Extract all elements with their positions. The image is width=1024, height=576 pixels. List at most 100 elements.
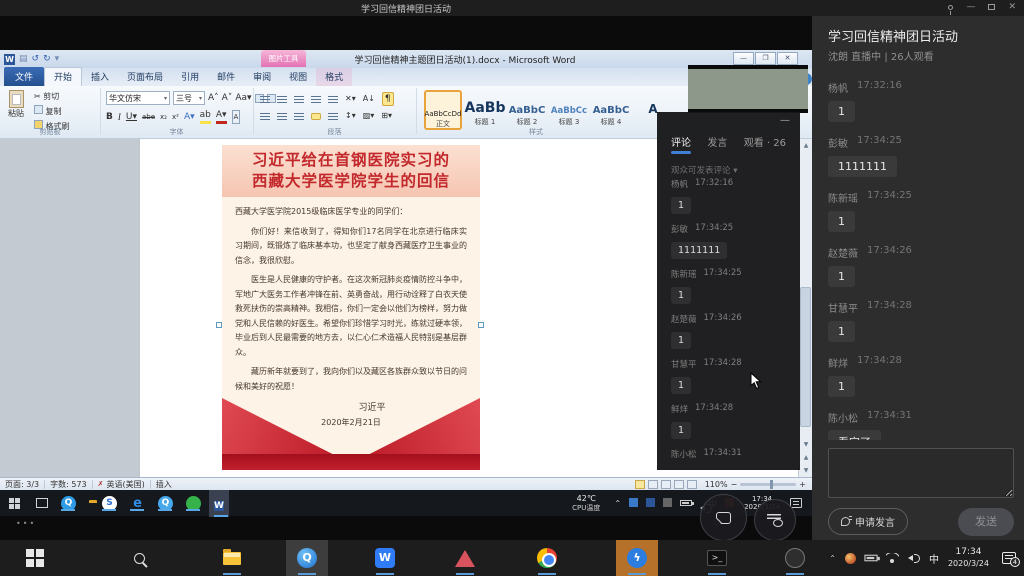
tab-format[interactable]: 格式 — [316, 68, 352, 86]
tab-references[interactable]: 引用 — [172, 68, 208, 86]
align-center-icon[interactable] — [277, 113, 287, 120]
highlight-color-button[interactable]: ab — [200, 109, 211, 124]
overlay-notice[interactable]: 观众可发表评论 ▾ — [671, 164, 737, 176]
restore-button[interactable] — [988, 4, 995, 10]
view-mode-button[interactable] — [754, 499, 796, 541]
zoom-out-icon[interactable]: − — [731, 480, 738, 489]
volume-icon[interactable] — [908, 553, 920, 563]
chat-input[interactable] — [828, 448, 1014, 498]
start-button[interactable] — [9, 498, 20, 509]
tray-app-icon-3[interactable] — [663, 498, 672, 507]
character-border-button[interactable]: A — [232, 110, 241, 124]
grow-font-icon[interactable]: A˄ — [208, 92, 219, 104]
style-heading3[interactable]: AaBbCc 标题 3 — [550, 90, 588, 130]
overlay-minimize-icon[interactable]: — — [780, 115, 790, 126]
clock[interactable]: 17:34 2020/3/24 — [948, 547, 989, 568]
font-size-select[interactable]: 三号▾ — [173, 91, 205, 105]
superscript-button[interactable]: x² — [172, 111, 179, 123]
multilevel-list-icon[interactable] — [294, 96, 304, 103]
taskbar-chrome[interactable] — [526, 540, 568, 576]
taskbar-dark-circle-app[interactable] — [774, 540, 816, 576]
chat-message-list[interactable]: 杨帆17:32:16 1 彭敏17:34:25 1111111 陈新瑶17:34… — [828, 80, 1012, 440]
line-spacing-icon[interactable]: ↕▾ — [345, 110, 356, 122]
copy-button[interactable]: 复制 — [34, 105, 70, 117]
taskbar-app-green[interactable] — [186, 496, 201, 511]
outline-view-icon[interactable] — [674, 480, 684, 489]
cpu-temp-widget[interactable]: 42℃ CPU温度 — [572, 494, 600, 511]
taskbar-explorer[interactable] — [211, 540, 253, 576]
overlay-tab-speak[interactable]: 发言 — [707, 134, 727, 154]
next-page-icon[interactable]: ▼ — [799, 464, 813, 477]
word-close-button[interactable]: ✕ — [777, 52, 798, 65]
spellcheck-icon[interactable]: ✗ — [98, 480, 104, 488]
zoom-level[interactable]: 110% — [705, 480, 728, 489]
asian-layout-icon[interactable]: ✕▾ — [345, 93, 356, 105]
screen-tool-button[interactable] — [700, 494, 747, 541]
page-indicator[interactable]: 页面: 3/3 — [5, 479, 39, 490]
tab-insert[interactable]: 插入 — [82, 68, 118, 86]
align-right-icon[interactable] — [294, 113, 304, 120]
print-layout-view-icon[interactable] — [635, 480, 645, 489]
justify-icon[interactable] — [311, 113, 321, 120]
letter-image[interactable]: 习近平给在首钢医院实习的 西藏大学医学院学生的回信 西藏大学医学院2015级临床… — [222, 145, 480, 470]
taskbar-lightning-app-active[interactable]: ϟ — [616, 540, 658, 576]
web-layout-view-icon[interactable] — [661, 480, 671, 489]
tray-chevron-icon[interactable]: ⌃ — [829, 554, 836, 563]
borders-icon[interactable]: ⊞▾ — [381, 110, 392, 122]
distribute-icon[interactable] — [328, 113, 338, 120]
tab-page-layout[interactable]: 页面布局 — [118, 68, 172, 86]
strikethrough-button[interactable]: abe — [142, 111, 155, 123]
shrink-font-icon[interactable]: A˅ — [222, 92, 233, 104]
font-name-select[interactable]: 华文仿宋▾ — [106, 91, 170, 105]
save-icon[interactable]: ▤ — [19, 54, 28, 64]
start-button[interactable] — [14, 540, 56, 576]
scroll-down-icon[interactable]: ▼ — [799, 438, 813, 451]
overlay-tab-comments[interactable]: 评论 — [671, 134, 691, 154]
numbering-icon[interactable] — [277, 96, 287, 103]
draft-view-icon[interactable] — [687, 480, 697, 489]
pin-icon[interactable] — [948, 5, 953, 10]
minimize-button[interactable]: — — [966, 2, 975, 12]
style-heading2[interactable]: AaBbC 标题 2 — [508, 90, 546, 130]
taskbar-meeting-app-active[interactable]: Q — [286, 540, 328, 576]
image-handle-left[interactable] — [216, 322, 222, 328]
task-view-button[interactable] — [36, 498, 48, 508]
search-button[interactable] — [118, 540, 160, 576]
change-case-icon[interactable]: Aa▾ — [235, 92, 251, 104]
increase-indent-icon[interactable] — [328, 96, 338, 103]
tab-review[interactable]: 审阅 — [244, 68, 280, 86]
taskbar-app-qq[interactable]: Q — [158, 496, 173, 511]
decrease-indent-icon[interactable] — [311, 96, 321, 103]
redo-icon[interactable]: ↻ — [43, 54, 51, 64]
subscript-button[interactable]: x₂ — [160, 111, 167, 123]
style-heading4[interactable]: AaBbC 标题 4 — [592, 90, 630, 130]
word-restore-button[interactable]: ❐ — [755, 52, 776, 65]
word-minimize-button[interactable]: — — [733, 52, 754, 65]
tray-app-icon-2[interactable] — [646, 498, 655, 507]
word-count[interactable]: 字数: 573 — [50, 479, 87, 490]
taskbar-app-word-active[interactable]: W — [209, 490, 229, 517]
taskbar-pyramid-app[interactable] — [444, 540, 486, 576]
style-heading1[interactable]: AaBb 标题 1 — [466, 90, 504, 130]
tab-file[interactable]: 文件 — [4, 67, 44, 86]
tab-home[interactable]: 开始 — [44, 67, 82, 86]
taskbar-app-sogou[interactable]: S — [102, 496, 117, 511]
italic-button[interactable]: I — [118, 111, 121, 123]
send-button[interactable]: 发送 — [958, 508, 1014, 536]
taskbar-terminal[interactable]: >_ — [696, 540, 738, 576]
image-handle-right[interactable] — [478, 322, 484, 328]
battery-icon[interactable] — [680, 500, 692, 506]
cut-button[interactable]: ✂ 剪切 — [34, 91, 70, 102]
language-indicator[interactable]: 英语(美国) — [107, 479, 145, 490]
close-button[interactable]: ✕ — [1008, 2, 1016, 12]
tray-app-icon-1[interactable] — [629, 498, 638, 507]
font-color-button[interactable]: A▾ — [216, 109, 227, 124]
ime-indicator[interactable]: 中 — [929, 551, 939, 566]
taskbar-wps[interactable]: W — [364, 540, 406, 576]
paste-button[interactable]: 粘贴 — [8, 90, 24, 119]
word-vertical-scrollbar[interactable]: ▲ ▼ ▲ ▼ — [798, 139, 812, 477]
fullscreen-view-icon[interactable] — [648, 480, 658, 489]
qat-dropdown-icon[interactable]: ▾ — [55, 54, 60, 64]
taskbar-app-browser[interactable]: Q — [61, 496, 76, 511]
bullets-icon[interactable] — [260, 96, 270, 103]
